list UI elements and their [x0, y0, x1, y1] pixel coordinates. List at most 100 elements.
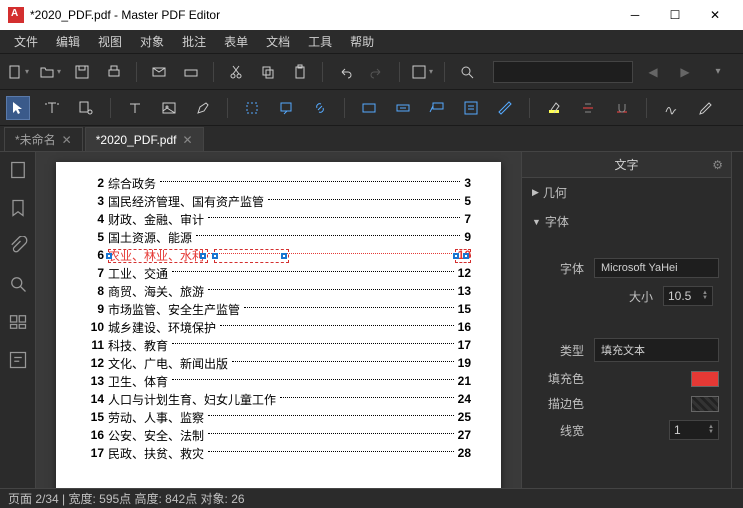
underline-tool[interactable] — [610, 96, 634, 120]
strikethrough-tool[interactable] — [576, 96, 600, 120]
fill-label: 填充色 — [534, 370, 584, 387]
app-logo — [8, 7, 24, 23]
select-tool[interactable] — [6, 96, 30, 120]
section-font[interactable]: ▼字体 — [522, 207, 731, 236]
toc-entry[interactable]: 7工业、交通12 — [86, 266, 471, 280]
layers-button[interactable] — [8, 312, 28, 332]
menu-help[interactable]: 帮助 — [342, 30, 382, 53]
type-label: 类型 — [534, 342, 584, 359]
stroke-color-swatch[interactable] — [691, 396, 719, 412]
toc-entry[interactable]: 12文化、广电、新闻出版19 — [86, 356, 471, 370]
search-options-button[interactable]: ▾ — [705, 60, 729, 84]
email-button[interactable] — [147, 60, 171, 84]
attachments-button[interactable] — [8, 236, 28, 256]
maximize-button[interactable]: ☐ — [655, 0, 695, 30]
toc-entry[interactable]: 16公安、安全、法制27 — [86, 428, 471, 442]
textbox-tool[interactable] — [391, 96, 415, 120]
search-input[interactable] — [504, 65, 584, 79]
close-icon[interactable]: ✕ — [182, 133, 192, 147]
document-view[interactable]: 2综合政务3 3国民经济管理、国有资产监管5 4财政、金融、审计7 5国土资源、能源9… — [36, 152, 521, 488]
note-tool[interactable] — [274, 96, 298, 120]
redo-button[interactable] — [365, 60, 389, 84]
initial-tool[interactable] — [693, 96, 717, 120]
thumbnails-button[interactable] — [8, 160, 28, 180]
menu-file[interactable]: 文件 — [6, 30, 46, 53]
image-tool[interactable] — [157, 96, 181, 120]
menu-form[interactable]: 表单 — [216, 30, 256, 53]
menu-object[interactable]: 对象 — [132, 30, 172, 53]
tab-2020pdf[interactable]: *2020_PDF.pdf✕ — [85, 127, 204, 151]
toc-entry[interactable]: 9市场监管、安全生产监管15 — [86, 302, 471, 316]
toc-entry[interactable]: 14人口与计划生育、妇女儿童工作24 — [86, 392, 471, 406]
pdf-page: 2综合政务3 3国民经济管理、国有资产监管5 4财政、金融、审计7 5国土资源、能源9… — [56, 162, 501, 488]
section-geometry[interactable]: ▶几何 — [522, 178, 731, 207]
font-select[interactable]: Microsoft YaHei — [594, 258, 719, 278]
text-tool[interactable] — [123, 96, 147, 120]
panel-header: 文字 ⚙ — [522, 152, 731, 178]
right-scrollbar[interactable] — [731, 152, 743, 488]
close-button[interactable]: ✕ — [695, 0, 735, 30]
toc-entry[interactable]: 6农业、林业、水利10 — [86, 248, 471, 262]
type-select[interactable]: 填充文本 — [594, 338, 719, 362]
search-panel-button[interactable] — [8, 274, 28, 294]
size-label: 大小 — [603, 288, 653, 305]
linewidth-input[interactable]: 1▲▼ — [669, 420, 719, 440]
tab-unnamed[interactable]: *未命名✕ — [4, 127, 83, 151]
edit-tool[interactable] — [74, 96, 98, 120]
copy-button[interactable] — [256, 60, 280, 84]
toc-entry[interactable]: 15劳动、人事、监察25 — [86, 410, 471, 424]
stamp-tool[interactable] — [357, 96, 381, 120]
scan-button[interactable] — [179, 60, 203, 84]
document-tabs: *未命名✕ *2020_PDF.pdf✕ — [0, 126, 743, 152]
toc-entry[interactable]: 4财政、金融、审计7 — [86, 212, 471, 226]
paste-button[interactable] — [288, 60, 312, 84]
toolbar-tools — [0, 90, 743, 126]
menu-tools[interactable]: 工具 — [300, 30, 340, 53]
save-button[interactable] — [70, 60, 94, 84]
left-panel — [0, 152, 36, 488]
comments-button[interactable] — [8, 350, 28, 370]
panel-options-icon[interactable]: ⚙ — [712, 158, 723, 172]
statusbar: 页面 2/34 | 宽度: 595点 高度: 842点 对象: 26 — [0, 488, 743, 508]
bookmarks-button[interactable] — [8, 198, 28, 218]
fill-color-swatch[interactable] — [691, 371, 719, 387]
zoom-fit-button[interactable]: ▾ — [410, 60, 434, 84]
search-prev-button[interactable]: ◀ — [641, 60, 665, 84]
search-box[interactable] — [493, 61, 633, 83]
print-button[interactable] — [102, 60, 126, 84]
size-input[interactable]: 10.5▲▼ — [663, 286, 713, 306]
toc-entry[interactable]: 2综合政务3 — [86, 176, 471, 190]
toc-entry[interactable]: 8商贸、海关、旅游13 — [86, 284, 471, 298]
callout-tool[interactable] — [425, 96, 449, 120]
window-title: *2020_PDF.pdf - Master PDF Editor — [30, 8, 615, 22]
search-next-button[interactable]: ▶ — [673, 60, 697, 84]
menu-view[interactable]: 视图 — [90, 30, 130, 53]
font-label: 字体 — [534, 260, 584, 277]
toc-entry[interactable]: 3国民经济管理、国有资产监管5 — [86, 194, 471, 208]
toc-entry[interactable]: 13卫生、体育21 — [86, 374, 471, 388]
linewidth-label: 线宽 — [534, 422, 584, 439]
menu-edit[interactable]: 编辑 — [48, 30, 88, 53]
menubar: 文件 编辑 视图 对象 批注 表单 文档 工具 帮助 — [0, 30, 743, 54]
highlight-tool[interactable] — [240, 96, 264, 120]
pen-tool[interactable] — [191, 96, 215, 120]
menu-annotate[interactable]: 批注 — [174, 30, 214, 53]
open-button[interactable]: ▾ — [38, 60, 62, 84]
cut-button[interactable] — [224, 60, 248, 84]
minimize-button[interactable]: ─ — [615, 0, 655, 30]
highlight-yellow-tool[interactable] — [542, 96, 566, 120]
toc-entry[interactable]: 10城乡建设、环境保护16 — [86, 320, 471, 334]
measure-tool[interactable] — [493, 96, 517, 120]
close-icon[interactable]: ✕ — [62, 133, 72, 147]
menu-document[interactable]: 文档 — [258, 30, 298, 53]
toc-entry[interactable]: 17民政、扶贫、救灾28 — [86, 446, 471, 460]
toc-entry[interactable]: 5国土资源、能源9 — [86, 230, 471, 244]
properties-panel: 文字 ⚙ ▶几何 ▼字体 字体 Microsoft YaHei 大小 10.5▲… — [521, 152, 731, 488]
toc-entry[interactable]: 11科技、教育17 — [86, 338, 471, 352]
undo-button[interactable] — [333, 60, 357, 84]
link-tool[interactable] — [308, 96, 332, 120]
new-button[interactable]: ▾ — [6, 60, 30, 84]
form-tool[interactable] — [459, 96, 483, 120]
text-select-tool[interactable] — [40, 96, 64, 120]
sign-tool[interactable] — [659, 96, 683, 120]
